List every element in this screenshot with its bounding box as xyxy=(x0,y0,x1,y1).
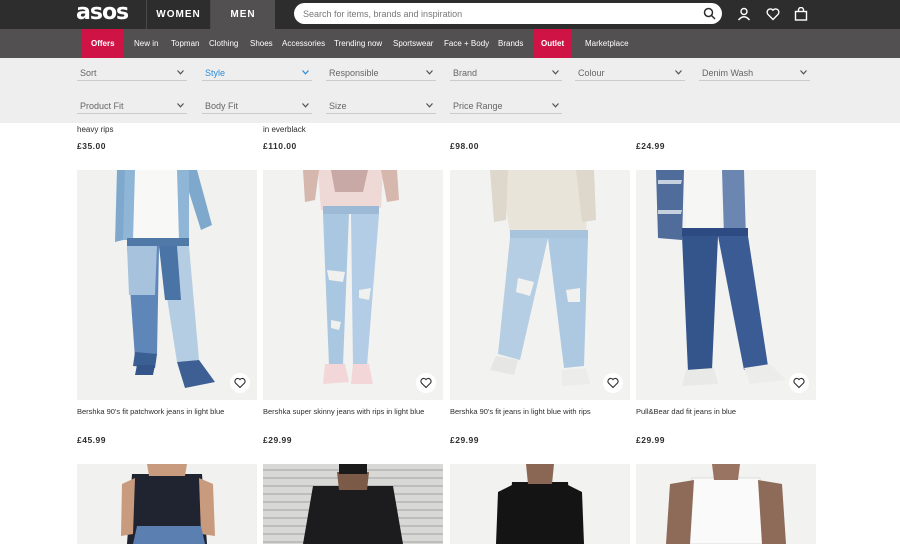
filter-label: Size xyxy=(329,101,347,111)
nav-shoes[interactable]: Shoes xyxy=(250,29,273,58)
product-name[interactable]: Pull&Bear dad fit jeans in blue xyxy=(636,407,736,416)
saved-items-icon[interactable] xyxy=(766,7,780,21)
filter-label: Responsible xyxy=(329,68,379,78)
heart-icon xyxy=(607,377,619,389)
filter-label: Body Fit xyxy=(205,101,239,111)
chevron-down-icon xyxy=(426,70,433,75)
product-name-partial[interactable]: heavy rips xyxy=(77,125,113,134)
product-name[interactable]: Bershka 90's fit patchwork jeans in ligh… xyxy=(77,407,224,416)
filter-label: Brand xyxy=(453,68,478,78)
chevron-down-icon xyxy=(426,103,433,108)
product-image[interactable] xyxy=(636,464,816,544)
nav-trending-now[interactable]: Trending now xyxy=(334,29,382,58)
filter-responsible[interactable]: Responsible xyxy=(326,58,436,81)
nav-accessories[interactable]: Accessories xyxy=(282,29,325,58)
chevron-down-icon xyxy=(177,103,184,108)
product-image[interactable] xyxy=(263,464,443,544)
save-button[interactable] xyxy=(230,373,250,393)
bag-icon[interactable] xyxy=(794,7,808,21)
product-name[interactable]: Bershka super skinny jeans with rips in … xyxy=(263,407,424,416)
product-image[interactable] xyxy=(450,170,630,400)
nav-clothing[interactable]: Clothing xyxy=(209,29,238,58)
product-price: £45.99 xyxy=(77,435,106,445)
filter-price-range[interactable]: Price Range xyxy=(450,91,562,114)
nav-brands[interactable]: Brands xyxy=(498,29,523,58)
nav-outlet[interactable]: Outlet xyxy=(533,29,573,58)
product-photo-partial xyxy=(450,464,630,544)
product-image[interactable] xyxy=(450,464,630,544)
search-input[interactable] xyxy=(303,5,693,22)
product-name-partial[interactable]: in everblack xyxy=(263,125,306,134)
filter-product-fit[interactable]: Product Fit xyxy=(77,91,187,114)
product-photo-patchwork-jeans xyxy=(77,170,257,400)
product-photo-90s-fit-jeans xyxy=(450,170,630,400)
nav-face-body[interactable]: Face + Body xyxy=(444,29,489,58)
search-icon[interactable] xyxy=(703,7,716,20)
chevron-down-icon xyxy=(675,70,682,75)
save-button[interactable] xyxy=(603,373,623,393)
product-price: £24.99 xyxy=(636,141,665,151)
filter-style[interactable]: Style xyxy=(202,58,312,81)
product-photo-super-skinny-jeans xyxy=(263,170,443,400)
chevron-down-icon xyxy=(800,70,807,75)
filter-size[interactable]: Size xyxy=(326,91,436,114)
product-price: £35.00 xyxy=(77,141,106,151)
filter-sort[interactable]: Sort xyxy=(77,58,187,81)
heart-icon xyxy=(793,377,805,389)
nav-sportswear[interactable]: Sportswear xyxy=(393,29,433,58)
filter-denim-wash[interactable]: Denim Wash xyxy=(699,58,810,81)
save-button[interactable] xyxy=(789,373,809,393)
search-bar xyxy=(294,3,722,24)
top-bar: asos WOMEN MEN xyxy=(0,0,900,29)
account-icon[interactable] xyxy=(737,7,751,21)
product-photo-partial xyxy=(263,464,443,544)
heart-icon xyxy=(234,377,246,389)
nav-topman[interactable]: Topman xyxy=(171,29,199,58)
heart-icon xyxy=(420,377,432,389)
product-price: £110.00 xyxy=(263,141,297,151)
chevron-down-icon xyxy=(302,103,309,108)
product-photo-partial xyxy=(77,464,257,544)
filter-label: Price Range xyxy=(453,101,503,111)
product-image[interactable] xyxy=(263,170,443,400)
nav-new-in[interactable]: New in xyxy=(134,29,158,58)
women-tab[interactable]: WOMEN xyxy=(146,0,211,29)
filter-colour[interactable]: Colour xyxy=(575,58,685,81)
product-price: £29.99 xyxy=(450,435,479,445)
category-nav: Offers New in Topman Clothing Shoes Acce… xyxy=(0,29,900,58)
product-image[interactable] xyxy=(77,464,257,544)
product-name[interactable]: Bershka 90's fit jeans in light blue wit… xyxy=(450,407,591,416)
nav-offers[interactable]: Offers xyxy=(82,29,124,58)
product-price: £29.99 xyxy=(263,435,292,445)
filter-brand[interactable]: Brand xyxy=(450,58,562,81)
product-photo-partial xyxy=(636,464,816,544)
men-tab[interactable]: MEN xyxy=(211,0,275,29)
product-photo-dad-fit-jeans xyxy=(636,170,816,400)
chevron-down-icon xyxy=(552,70,559,75)
chevron-down-icon xyxy=(552,103,559,108)
chevron-down-icon xyxy=(302,70,309,75)
product-image[interactable] xyxy=(77,170,257,400)
filter-body-fit[interactable]: Body Fit xyxy=(202,91,312,114)
filter-label: Denim Wash xyxy=(702,68,754,78)
product-image[interactable] xyxy=(636,170,816,400)
filter-panel: Sort Style Responsible Brand Colour Deni… xyxy=(0,58,900,123)
filter-label: Style xyxy=(205,68,226,78)
nav-marketplace[interactable]: Marketplace xyxy=(585,29,629,58)
product-price: £98.00 xyxy=(450,141,479,151)
asos-logo[interactable]: asos xyxy=(76,2,129,24)
filter-label: Colour xyxy=(578,68,605,78)
save-button[interactable] xyxy=(416,373,436,393)
filter-label: Product Fit xyxy=(80,101,124,111)
product-price: £29.99 xyxy=(636,435,665,445)
filter-label: Sort xyxy=(80,68,97,78)
chevron-down-icon xyxy=(177,70,184,75)
